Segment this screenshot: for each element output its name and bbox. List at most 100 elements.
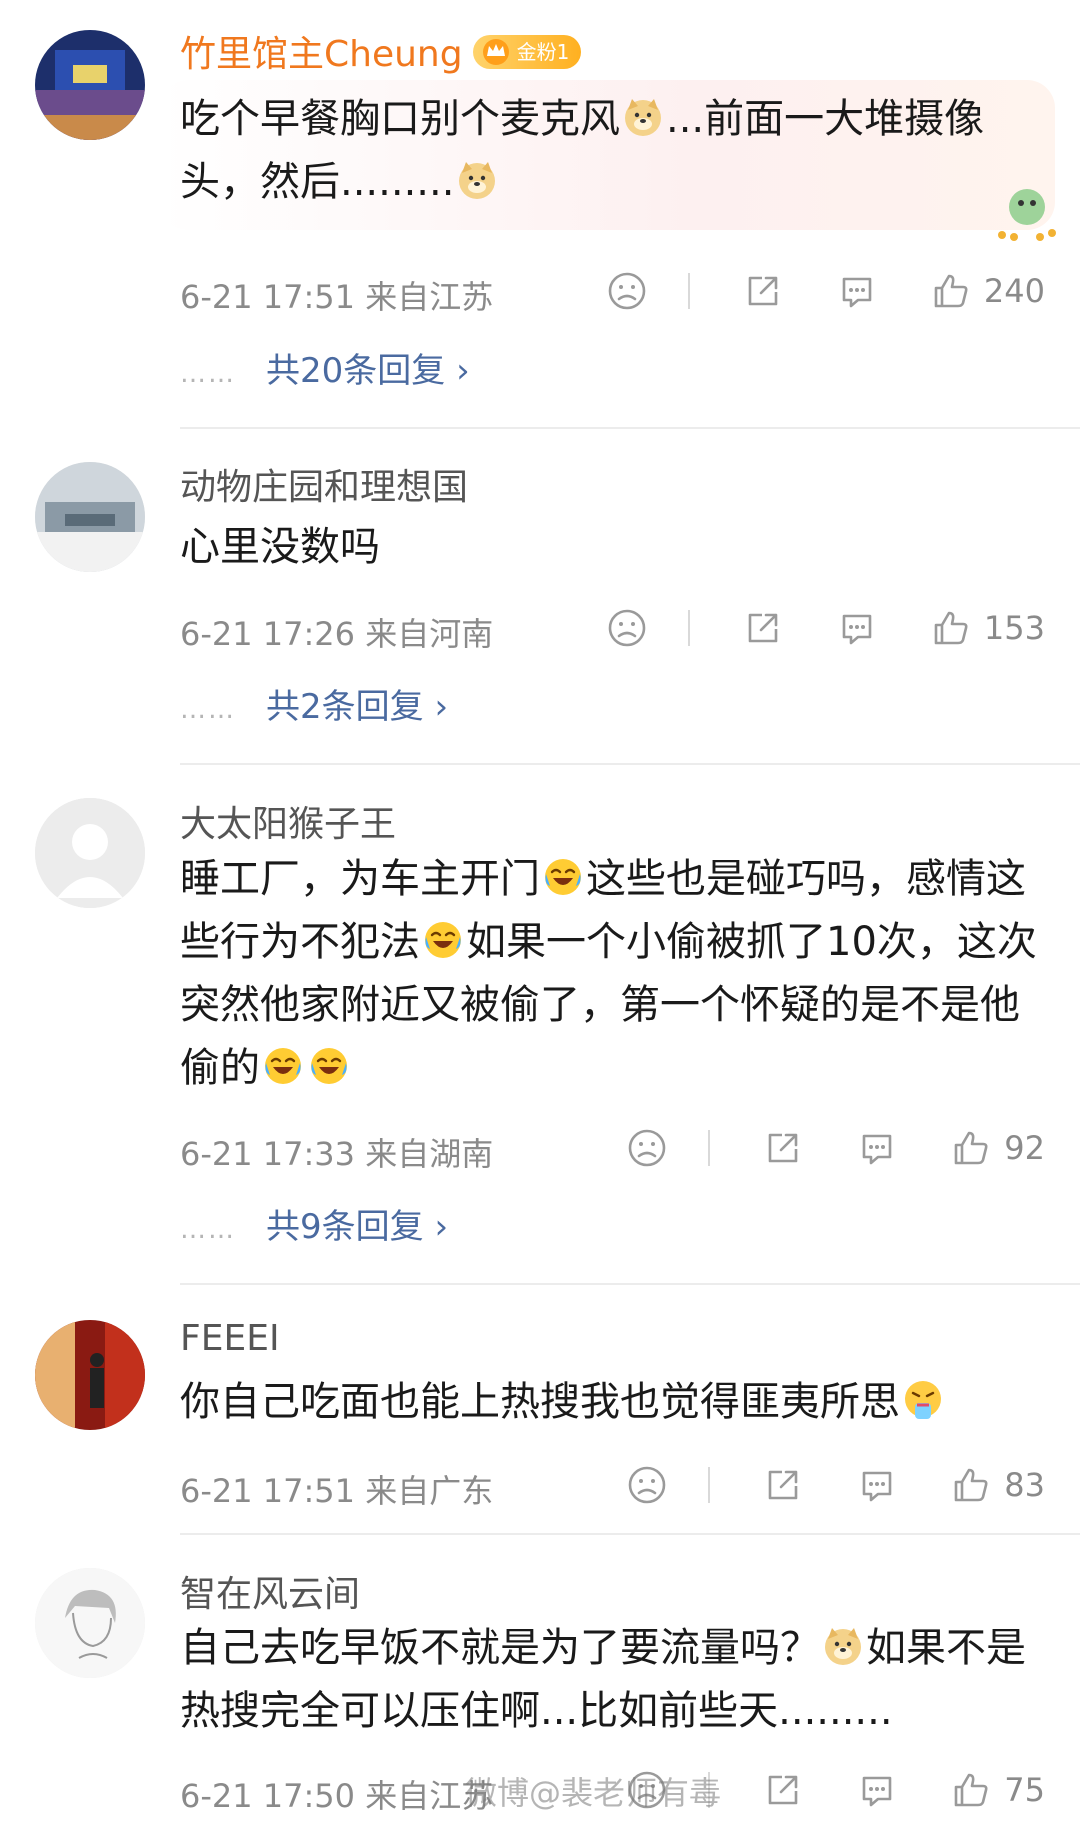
comment-button[interactable] bbox=[836, 607, 878, 649]
sad-face-icon[interactable] bbox=[606, 607, 648, 649]
sad-face-icon[interactable] bbox=[626, 1464, 668, 1506]
comment-text: 你自己吃面也能上热搜我也觉得匪夷所思 bbox=[180, 1371, 1050, 1434]
share-icon bbox=[762, 1769, 804, 1811]
avatar[interactable] bbox=[35, 798, 145, 908]
view-replies-link[interactable]: …… 共20条回复 › bbox=[180, 343, 470, 392]
comment-text: 心里没数吗 bbox=[180, 524, 380, 570]
comment-divider bbox=[180, 427, 1080, 429]
like-button[interactable]: 153 bbox=[930, 607, 1045, 649]
doge-emoji bbox=[822, 1625, 864, 1667]
avatar[interactable] bbox=[35, 1568, 145, 1678]
timestamp-location: 6-21 17:33 来自湖南 bbox=[180, 1135, 494, 1173]
divider bbox=[687, 273, 690, 309]
comment-divider bbox=[180, 763, 1080, 765]
like-count: 153 bbox=[983, 609, 1045, 647]
share-icon bbox=[742, 607, 784, 649]
vomit-emoji bbox=[902, 1379, 944, 1421]
username[interactable]: 竹里馆主Cheung 金粉1 bbox=[180, 25, 582, 77]
comment-text: 吃个早餐胸口别个麦克风 ...前面一大堆摄像头，然后......... bbox=[180, 88, 1050, 214]
like-button[interactable]: 240 bbox=[930, 270, 1045, 312]
action-bar: 240 bbox=[606, 266, 1045, 316]
like-icon bbox=[930, 270, 972, 312]
sad-face-icon[interactable] bbox=[626, 1127, 668, 1169]
like-icon bbox=[950, 1127, 992, 1169]
comment-button[interactable] bbox=[856, 1464, 898, 1506]
crown-icon bbox=[482, 39, 509, 65]
comment-text-part: 你自己吃面也能上热搜我也觉得匪夷所思 bbox=[180, 1379, 900, 1425]
reply-dots: …… bbox=[180, 359, 236, 389]
username[interactable]: FEEEI bbox=[180, 1318, 280, 1359]
watermark: 微博@裴老师有毒 bbox=[465, 1774, 722, 1812]
like-icon bbox=[930, 607, 972, 649]
doge-emoji bbox=[456, 159, 498, 201]
like-button[interactable]: 92 bbox=[950, 1127, 1045, 1169]
username-text[interactable]: 竹里馆主Cheung bbox=[180, 34, 463, 75]
like-count: 75 bbox=[1004, 1771, 1045, 1809]
fan-badge-label: 金粉1 bbox=[516, 40, 570, 64]
like-button[interactable]: 75 bbox=[950, 1769, 1045, 1811]
comment-text: 自己去吃早饭不就是为了要流量吗？ 如果不是 热搜完全可以压住啊...比如前些天..… bbox=[180, 1617, 1050, 1743]
share-icon bbox=[762, 1127, 804, 1169]
like-icon bbox=[950, 1464, 992, 1506]
laugh-cry-emoji bbox=[308, 1045, 350, 1087]
doge-emoji bbox=[622, 96, 664, 138]
divider bbox=[687, 610, 690, 646]
comment-button[interactable] bbox=[856, 1769, 898, 1811]
sad-face-icon[interactable] bbox=[606, 270, 648, 312]
divider bbox=[708, 1467, 711, 1503]
share-button[interactable] bbox=[742, 270, 784, 312]
share-icon bbox=[762, 1464, 804, 1506]
share-icon bbox=[742, 270, 784, 312]
comment-meta: 6-21 17:33 来自湖南 92 bbox=[180, 1123, 1045, 1173]
timestamp-location: 6-21 17:50 来自江苏 bbox=[180, 1777, 494, 1815]
timestamp-location: 6-21 17:51 来自广东 bbox=[180, 1472, 494, 1510]
view-replies-link[interactable]: …… 共2条回复 › bbox=[180, 679, 448, 728]
like-button[interactable]: 83 bbox=[950, 1464, 1045, 1506]
avatar[interactable] bbox=[35, 462, 145, 572]
view-replies-label[interactable]: 共20条回复 › bbox=[266, 351, 470, 391]
avatar[interactable] bbox=[35, 1320, 145, 1430]
timestamp-location: 6-21 17:26 来自河南 bbox=[180, 615, 494, 653]
view-replies-label[interactable]: 共2条回复 › bbox=[266, 687, 448, 727]
laugh-cry-emoji bbox=[542, 856, 584, 898]
comment-divider bbox=[180, 1283, 1080, 1285]
comment-meta: 6-21 17:51 来自江苏 240 bbox=[180, 266, 1045, 316]
reply-dots: …… bbox=[180, 695, 236, 725]
comment-button[interactable] bbox=[856, 1127, 898, 1169]
comment-text: 睡工厂，为车主开门 这些也是碰巧吗，感情这些行为不犯法 如果一个小偷被抓了10次，这… bbox=[180, 848, 1050, 1100]
like-count: 92 bbox=[1004, 1129, 1045, 1167]
view-replies-label[interactable]: 共9条回复 › bbox=[266, 1207, 448, 1247]
comment-icon bbox=[856, 1769, 898, 1811]
share-button[interactable] bbox=[742, 607, 784, 649]
comment-icon bbox=[836, 607, 878, 649]
timestamp-location: 6-21 17:51 来自江苏 bbox=[180, 278, 494, 316]
laugh-cry-emoji bbox=[422, 919, 464, 961]
laugh-cry-emoji bbox=[262, 1045, 304, 1087]
comment-text-part: 睡工厂，为车主开门 bbox=[180, 856, 540, 902]
comment-meta: 6-21 17:26 来自河南 153 bbox=[180, 603, 1045, 653]
share-button[interactable] bbox=[762, 1464, 804, 1506]
username[interactable]: 智在风云间 bbox=[180, 1565, 360, 1617]
action-bar: 153 bbox=[606, 603, 1045, 653]
reply-dots: …… bbox=[180, 1215, 236, 1245]
comment-icon bbox=[856, 1127, 898, 1169]
avatar[interactable] bbox=[35, 30, 145, 140]
username[interactable]: 大太阳猴子王 bbox=[180, 795, 396, 847]
share-button[interactable] bbox=[762, 1769, 804, 1811]
comment-text-part: 自己去吃早饭不就是为了要流量吗？ bbox=[180, 1625, 820, 1671]
like-icon bbox=[950, 1769, 992, 1811]
view-replies-link[interactable]: …… 共9条回复 › bbox=[180, 1199, 448, 1248]
fan-badge: 金粉1 bbox=[472, 35, 582, 69]
like-count: 240 bbox=[983, 272, 1045, 310]
share-button[interactable] bbox=[762, 1127, 804, 1169]
action-bar: 92 bbox=[626, 1123, 1045, 1173]
comment-divider bbox=[180, 1533, 1080, 1535]
comment-meta: 6-21 17:51 来自广东 83 bbox=[180, 1460, 1045, 1510]
username[interactable]: 动物庄园和理想国 bbox=[180, 458, 468, 510]
comment-text-part: 吃个早餐胸口别个麦克风 bbox=[180, 96, 620, 142]
action-bar: 83 bbox=[626, 1460, 1045, 1510]
divider bbox=[708, 1130, 711, 1166]
comment-button[interactable] bbox=[836, 270, 878, 312]
like-count: 83 bbox=[1004, 1466, 1045, 1504]
comment-icon bbox=[856, 1464, 898, 1506]
